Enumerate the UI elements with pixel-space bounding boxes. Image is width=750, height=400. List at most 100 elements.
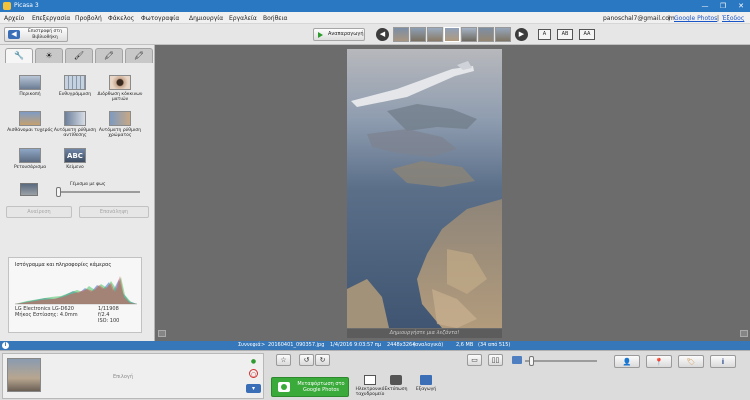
info-zoom: Συννεφιά	[238, 342, 261, 348]
filmstrip-thumb[interactable]	[461, 27, 477, 42]
tags-button[interactable]: 🏷	[678, 355, 704, 368]
slideshow-label: Αναπαραγωγή	[328, 31, 364, 37]
photo-info-strip: i Συννεφιά > 20160401_090357.jpg 1/4/201…	[0, 341, 750, 350]
people-button[interactable]: 👤	[614, 355, 640, 368]
crop-tool[interactable]: Περικοπή	[7, 75, 53, 97]
caption-field[interactable]: Δημιουργήστε μια λεζάντα!	[347, 329, 502, 338]
crop-label: Περικοπή	[19, 92, 41, 97]
panel-toggle-left[interactable]	[158, 330, 166, 337]
menu-edit[interactable]: Επεξεργασία	[32, 15, 70, 22]
retouch-tool[interactable]: Ρετουσάρισμα	[7, 148, 53, 170]
text-icon: ABC	[64, 148, 86, 163]
export-button[interactable]: Εξαγωγή	[408, 375, 444, 392]
tab-tuning[interactable]: ☀	[35, 48, 63, 63]
lucky-tool[interactable]: Αισθάνομαι τυχερός	[7, 111, 53, 133]
photo-image[interactable]	[347, 49, 502, 328]
lucky-label: Αισθάνομαι τυχερός	[7, 128, 53, 133]
zoom-icon	[512, 356, 522, 364]
histogram-panel: Ιστόγραμμα και πληροφορίες κάμερας LG El…	[8, 257, 142, 333]
zoom-slider-track[interactable]	[525, 360, 597, 362]
caption-size-medium-button[interactable]: AB	[557, 29, 573, 40]
fill-light-slider-handle[interactable]	[56, 187, 61, 197]
next-photo-button[interactable]: ▶	[515, 28, 528, 41]
menu-folder[interactable]: Φάκελος	[108, 15, 134, 22]
menu-tools[interactable]: Εργαλεία	[229, 15, 257, 22]
places-button[interactable]: 📍	[646, 355, 672, 368]
toolbar: ◀ Επιστροφή στη Βιβλιοθήκη Αναπαραγωγή ◀…	[0, 24, 750, 45]
pin-icon[interactable]: ●	[249, 357, 258, 366]
crop-icon	[19, 75, 41, 90]
auto-contrast-label: Αυτόματη ρύθμιση αντίθεσης	[53, 128, 97, 138]
filmstrip-thumb[interactable]	[410, 27, 426, 42]
filmstrip-thumb[interactable]	[427, 27, 443, 42]
selected-photo-thumb[interactable]	[7, 358, 41, 392]
title-bar: Picasa 3 — ❐ ✕	[0, 0, 750, 12]
tab-more-effects[interactable]: 🖍	[95, 48, 123, 63]
text-tool[interactable]: ABC Κείμενο	[52, 148, 98, 170]
info-icon[interactable]: i	[2, 342, 9, 349]
menu-help[interactable]: Βοήθεια	[263, 15, 288, 22]
maximize-button[interactable]: ❐	[714, 0, 732, 12]
back-arrow-icon: ◀	[8, 30, 20, 39]
selection-tray: Επιλογή ● ○ ▾	[2, 353, 264, 399]
panel-toggle-right[interactable]	[740, 330, 748, 337]
edit-panel: 🔧 ☀ 🖌 🖍 🖍 Περικοπή Ευθυγράμμιση Διόρθωση…	[0, 45, 155, 341]
properties-button[interactable]: i	[710, 355, 736, 368]
rotate-left-button[interactable]: ↺	[299, 354, 314, 366]
filmstrip-thumb[interactable]	[495, 27, 511, 42]
fill-light-slider-track[interactable]	[58, 191, 140, 193]
menu-file[interactable]: Αρχείο	[4, 15, 24, 22]
info-datetime: 1/4/2016 9:03:57 πμ	[330, 342, 382, 348]
histogram-graph	[15, 276, 137, 305]
caption-size-small-button[interactable]: A	[538, 29, 551, 40]
close-button[interactable]: ✕	[732, 0, 750, 12]
zoom-slider-handle[interactable]	[529, 356, 534, 366]
auto-color-tool[interactable]: Αυτόματη ρύθμιση χρώματος	[97, 111, 143, 138]
minimize-button[interactable]: —	[696, 0, 714, 12]
tray-menu-icon[interactable]: ▾	[246, 384, 261, 393]
menu-bar: Αρχείο Επεξεργασία Προβολή Φάκελος Φωτογ…	[0, 12, 750, 24]
menu-create[interactable]: Δημιουργία	[189, 15, 223, 22]
aerial-photo	[347, 49, 502, 328]
star-button[interactable]: ☆	[276, 354, 291, 366]
info-dimensions-note: (αναλογικά)	[413, 342, 444, 348]
histogram-title: Ιστόγραμμα και πληροφορίες κάμερας	[15, 262, 112, 268]
google-photos-link[interactable]: Google Photos	[674, 15, 717, 22]
tab-extra-effects[interactable]: 🖍	[125, 48, 153, 63]
filmstrip-thumb-selected[interactable]	[444, 27, 460, 42]
redeye-tool[interactable]: Διόρθωση κόκκινων ματιών	[97, 75, 143, 102]
menu-view[interactable]: Προβολή	[75, 15, 102, 22]
redo-button[interactable]: Επανάληψη	[79, 206, 149, 218]
camera-info: LG Electronics LG-D620 Μήκος Εστίασης: 4…	[15, 306, 78, 318]
rotate-right-button[interactable]: ↻	[315, 354, 330, 366]
previous-photo-button[interactable]: ◀	[376, 28, 389, 41]
view-compare-button[interactable]: ▯▯	[488, 354, 503, 366]
color-icon	[109, 111, 131, 126]
printer-icon	[390, 375, 402, 385]
selection-label: Επιλογή	[113, 374, 134, 380]
straighten-label: Ευθυγράμμιση	[58, 92, 92, 97]
view-single-button[interactable]: ▭	[467, 354, 482, 366]
exposure-info: 1/11908 f/2.4 ISO: 100	[98, 306, 119, 324]
clear-tray-icon[interactable]: ○	[249, 369, 258, 378]
iso-value: ISO: 100	[98, 318, 120, 324]
tab-basic-fixes[interactable]: 🔧	[5, 48, 33, 63]
edit-tabs: 🔧 ☀ 🖌 🖍 🖍	[5, 48, 153, 63]
signout-link[interactable]: Έξοδος	[722, 15, 744, 22]
filmstrip-thumb[interactable]	[393, 27, 409, 42]
tab-effects[interactable]: 🖌	[65, 48, 93, 63]
undo-button[interactable]: Αναίρεση	[6, 206, 72, 218]
menu-picture[interactable]: Φωτογραφία	[141, 15, 179, 22]
auto-contrast-tool[interactable]: Αυτόματη ρύθμιση αντίθεσης	[52, 111, 98, 138]
back-to-library-button[interactable]: ◀ Επιστροφή στη Βιβλιοθήκη	[4, 27, 68, 42]
upload-label: Μεταφόρτωση στο Google Photos	[297, 381, 345, 393]
info-size: 2,6 MB	[456, 342, 474, 348]
filmstrip-thumb[interactable]	[478, 27, 494, 42]
fill-light-label: Γέμισμα με φως	[70, 182, 106, 187]
auto-color-label: Αυτόματη ρύθμιση χρώματος	[98, 128, 142, 138]
slideshow-button[interactable]: Αναπαραγωγή	[313, 28, 365, 41]
caption-size-large-button[interactable]: AA	[579, 29, 595, 40]
retouch-label: Ρετουσάρισμα	[13, 165, 47, 170]
straighten-tool[interactable]: Ευθυγράμμιση	[52, 75, 98, 97]
upload-google-photos-button[interactable]: Μεταφόρτωση στο Google Photos	[271, 377, 349, 397]
